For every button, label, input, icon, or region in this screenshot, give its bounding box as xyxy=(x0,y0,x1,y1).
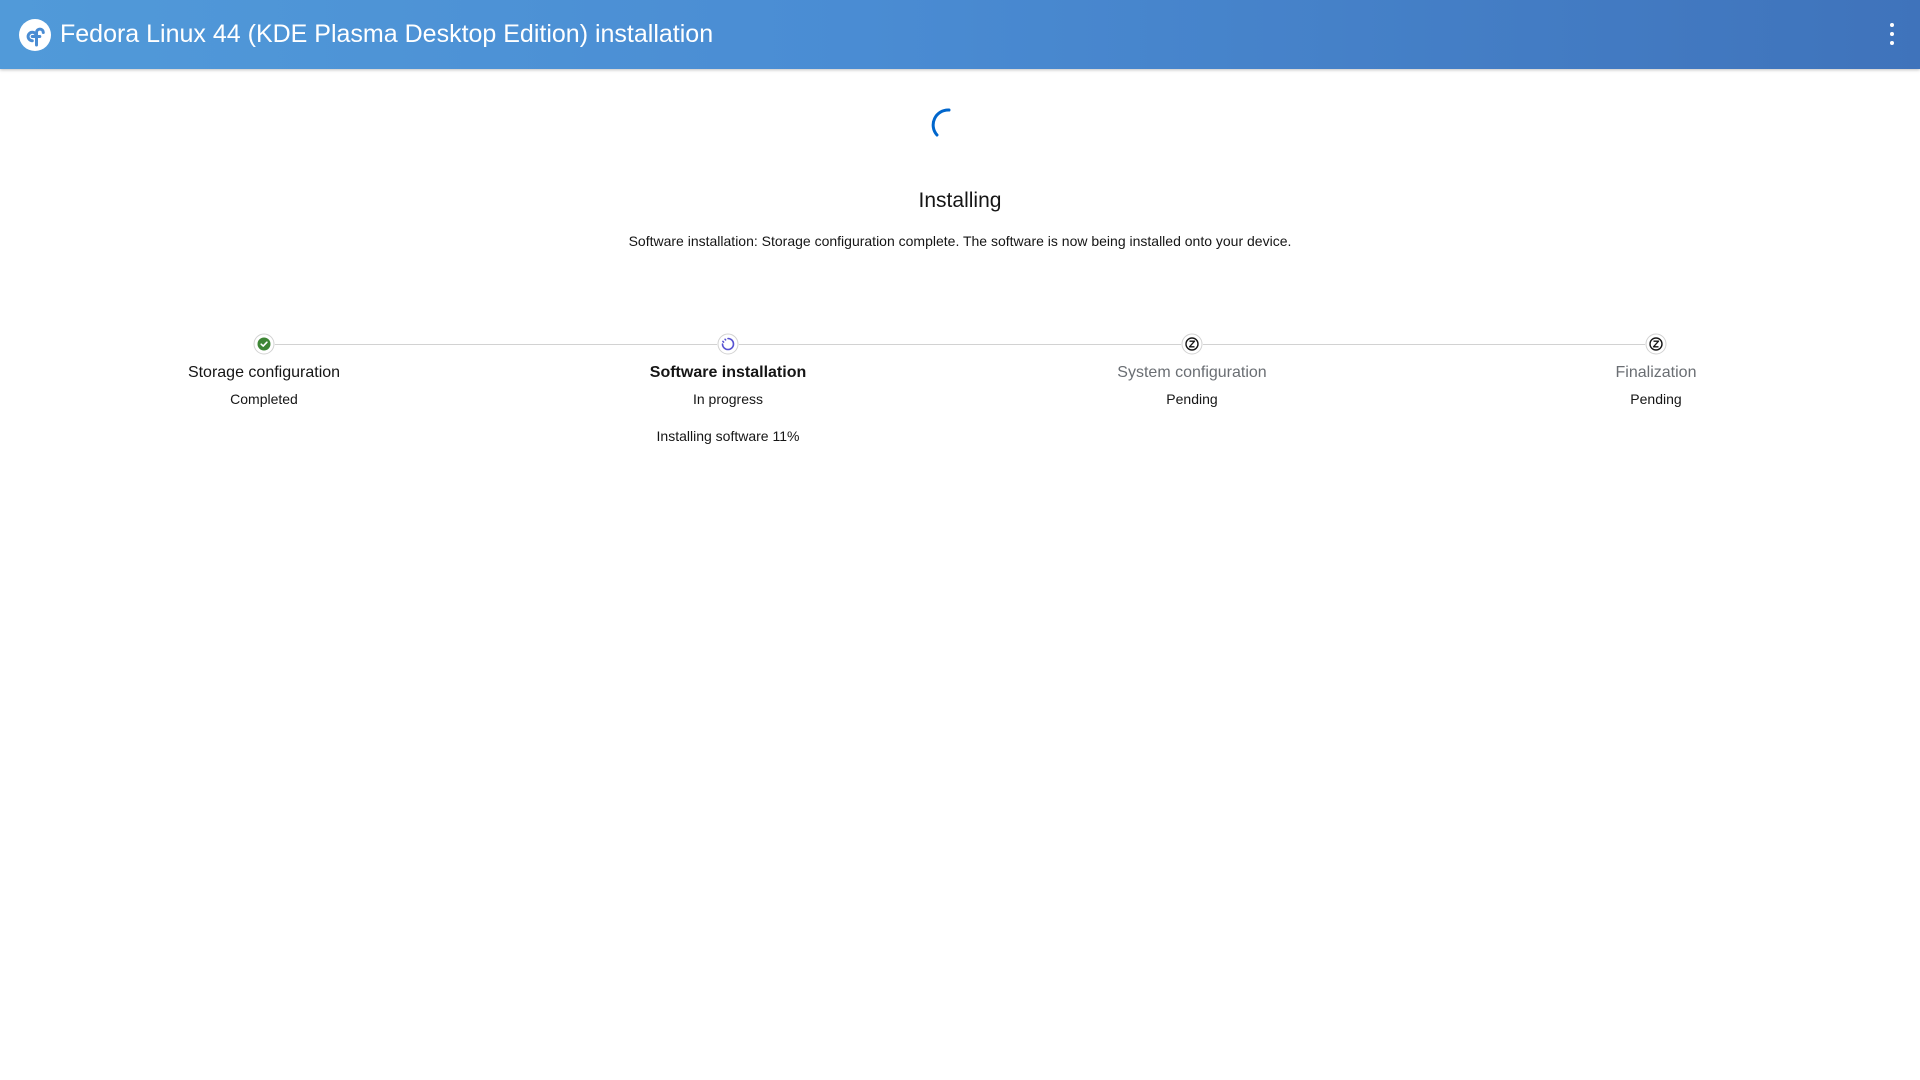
step-finalization: Finalization Pending xyxy=(1476,333,1836,408)
step-title: Storage configuration xyxy=(187,364,341,381)
app-header: Fedora Linux 44 (KDE Plasma Desktop Edit… xyxy=(0,0,1920,69)
step-storage-configuration: Storage configuration Completed xyxy=(84,333,444,408)
check-circle-icon xyxy=(253,333,275,355)
fedora-logo-icon xyxy=(19,19,51,51)
step-status: Completed xyxy=(230,391,298,407)
loading-spinner-icon xyxy=(931,108,951,137)
pending-icon xyxy=(1181,333,1203,355)
step-system-configuration: System configuration Pending xyxy=(1012,333,1372,408)
window-title: Fedora Linux 44 (KDE Plasma Desktop Edit… xyxy=(60,20,714,48)
step-status: Pending xyxy=(1630,391,1682,407)
step-progress-detail: Installing software 11% xyxy=(656,428,800,444)
step-software-installation: Software installation In progress Instal… xyxy=(548,333,908,445)
step-status: Pending xyxy=(1166,391,1218,407)
kebab-menu-icon[interactable] xyxy=(1886,23,1898,45)
page-heading: Installing xyxy=(918,189,1002,212)
step-status: In progress xyxy=(692,391,764,407)
step-title: System configuration xyxy=(1117,364,1267,381)
page-description: Software installation: Storage configura… xyxy=(628,233,1292,249)
step-title: Software installation xyxy=(649,364,807,381)
in-progress-icon xyxy=(717,333,739,355)
step-title: Finalization xyxy=(1615,364,1697,381)
pending-icon xyxy=(1645,333,1667,355)
progress-connector xyxy=(264,344,1656,345)
